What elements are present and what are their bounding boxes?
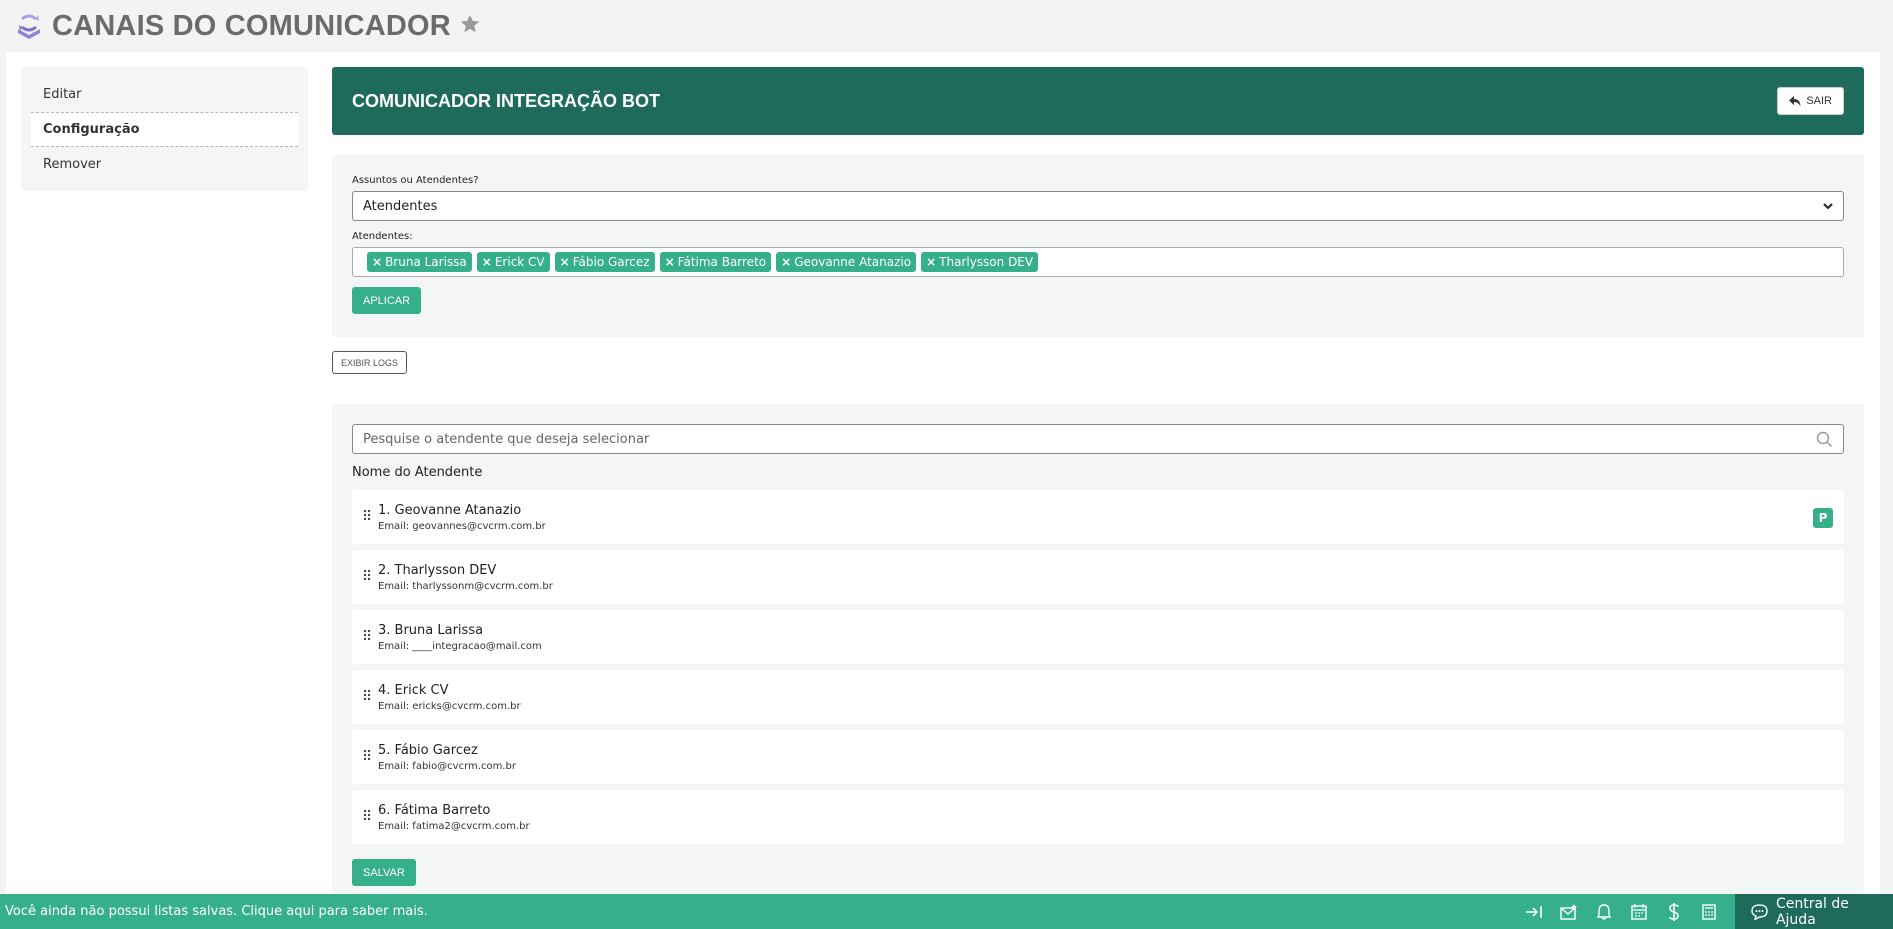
help-label: Central de Ajuda <box>1775 895 1849 928</box>
mail-star-icon[interactable] <box>1560 903 1578 921</box>
reply-icon <box>1789 95 1801 106</box>
saved-lists-message[interactable]: Você ainda não possui listas salvas. Cli… <box>0 904 1525 919</box>
remove-tag-icon[interactable]: × <box>372 255 382 269</box>
list-item[interactable]: ⠿ 2. Tharlysson DEV Email: tharlyssonm@cv… <box>352 550 1844 604</box>
attendant-email: Email: fabio@cvcrm.com.br <box>378 760 516 772</box>
calculator-icon[interactable] <box>1700 903 1718 921</box>
attendant-email: Email: ____integracao@mail.com <box>378 640 542 652</box>
attendants-tag-input[interactable]: × Bruna Larissa × Erick CV × Fábio Garcez ×… <box>352 247 1844 277</box>
attendant-name: 4. Erick CV <box>378 682 449 698</box>
remove-tag-icon[interactable]: × <box>665 255 675 269</box>
footer-bar: Você ainda não possui listas salvas. Cli… <box>0 894 1893 929</box>
attendants-label: Atendentes: <box>352 231 413 242</box>
attendant-tag[interactable]: × Bruna Larissa <box>367 252 472 272</box>
search-placeholder: Pesquise o atendente que deseja selecion… <box>363 431 650 447</box>
chat-icon <box>1751 903 1768 920</box>
show-logs-button[interactable]: EXIBIR LOGS <box>332 351 408 374</box>
attendant-name: 3. Bruna Larissa <box>378 622 484 638</box>
side-item-label: Configuração <box>43 122 140 137</box>
attendant-search-input[interactable]: Pesquise o atendente que deseja selecion… <box>352 424 1844 454</box>
list-item[interactable]: ⠿ 1. Geovanne Atanazio Email: geovannes@c… <box>352 490 1844 544</box>
config-panel: Assuntos ou Atendentes? Atendentes Atend… <box>332 155 1864 337</box>
side-item-label: Remover <box>43 157 102 172</box>
type-select-value: Atendentes <box>363 198 438 214</box>
type-select[interactable]: Atendentes <box>352 191 1844 221</box>
exit-label: SAIR <box>1806 95 1832 107</box>
list-heading: Nome do Atendente <box>352 465 483 480</box>
calendar-icon[interactable] <box>1630 903 1648 921</box>
list-item[interactable]: ⠿ 5. Fábio Garcez Email: fabio@cvcrm.com.… <box>352 730 1844 784</box>
list-item[interactable]: ⠿ 6. Fátima Barreto Email: fatima2@cvcrm.… <box>352 790 1844 844</box>
bot-header: COMUNICADOR INTEGRAÇÃO BOT SAIR <box>332 67 1864 135</box>
exit-button[interactable]: SAIR <box>1777 87 1844 115</box>
collapse-icon[interactable] <box>1525 903 1543 921</box>
remove-tag-icon[interactable]: × <box>926 255 936 269</box>
bot-title: COMUNICADOR INTEGRAÇÃO BOT <box>352 90 660 111</box>
drag-handle-icon[interactable]: ⠿ <box>362 749 374 765</box>
attendant-name: 5. Fábio Garcez <box>378 742 478 758</box>
help-center-button[interactable]: Central de Ajuda <box>1735 894 1893 929</box>
side-item-remover[interactable]: Remover <box>31 147 298 182</box>
drag-handle-icon[interactable]: ⠿ <box>362 509 374 525</box>
side-item-label: Editar <box>43 87 82 102</box>
tag-label: Geovanne Atanazio <box>794 255 912 269</box>
attendant-name: 6. Fátima Barreto <box>378 802 491 818</box>
side-menu: Editar Configuração Remover <box>21 67 308 191</box>
footer-icons <box>1525 902 1718 921</box>
side-item-configuracao[interactable]: Configuração <box>31 112 298 147</box>
tag-label: Bruna Larissa <box>385 255 467 269</box>
attendant-tag[interactable]: × Fábio Garcez <box>554 252 655 272</box>
tag-label: Erick CV <box>494 255 545 269</box>
attendant-email: Email: ericks@cvcrm.com.br <box>378 700 521 712</box>
bell-icon[interactable] <box>1595 903 1613 921</box>
remove-tag-icon[interactable]: × <box>560 255 570 269</box>
tag-label: Fábio Garcez <box>572 255 650 269</box>
remove-tag-icon[interactable]: × <box>482 255 492 269</box>
remove-tag-icon[interactable]: × <box>781 255 791 269</box>
page-header: CANAIS DO COMUNICADOR <box>0 0 1893 52</box>
star-icon[interactable] <box>459 13 481 35</box>
list-item[interactable]: ⠿ 4. Erick CV Email: ericks@cvcrm.com.br <box>352 670 1844 724</box>
type-label: Assuntos ou Atendentes? <box>352 175 479 186</box>
list-item[interactable]: ⠿ 3. Bruna Larissa Email: ____integracao@… <box>352 610 1844 664</box>
drag-handle-icon[interactable]: ⠿ <box>362 629 374 645</box>
attendant-name: 1. Geovanne Atanazio <box>378 502 522 518</box>
tag-label: Tharlysson DEV <box>939 255 1034 269</box>
attendant-tag[interactable]: × Geovanne Atanazio <box>776 252 917 272</box>
page-title: CANAIS DO COMUNICADOR <box>52 9 451 42</box>
dollar-icon[interactable] <box>1665 902 1683 921</box>
attendant-email: Email: tharlyssonm@cvcrm.com.br <box>378 580 553 592</box>
search-icon[interactable] <box>1816 431 1833 448</box>
chevron-down-icon <box>1823 202 1833 209</box>
attendant-email: Email: geovannes@cvcrm.com.br <box>378 520 546 532</box>
tag-label: Fátima Barreto <box>677 255 767 269</box>
attendant-list-panel: Pesquise o atendente que deseja selecion… <box>332 404 1864 894</box>
drag-handle-icon[interactable]: ⠿ <box>362 689 374 705</box>
side-item-editar[interactable]: Editar <box>31 77 298 112</box>
drag-handle-icon[interactable]: ⠿ <box>362 809 374 825</box>
logo-icon <box>18 14 40 39</box>
attendant-tag[interactable]: × Tharlysson DEV <box>921 252 1039 272</box>
attendant-tag[interactable]: × Fátima Barreto <box>659 252 772 272</box>
attendant-email: Email: fatima2@cvcrm.com.br <box>378 820 530 832</box>
attendant-tag[interactable]: × Erick CV <box>476 252 550 272</box>
attendant-name: 2. Tharlysson DEV <box>378 562 497 578</box>
primary-badge[interactable]: P <box>1813 508 1833 528</box>
apply-button[interactable]: APLICAR <box>352 287 422 314</box>
drag-handle-icon[interactable]: ⠿ <box>362 569 374 585</box>
save-button[interactable]: SALVAR <box>352 859 416 886</box>
